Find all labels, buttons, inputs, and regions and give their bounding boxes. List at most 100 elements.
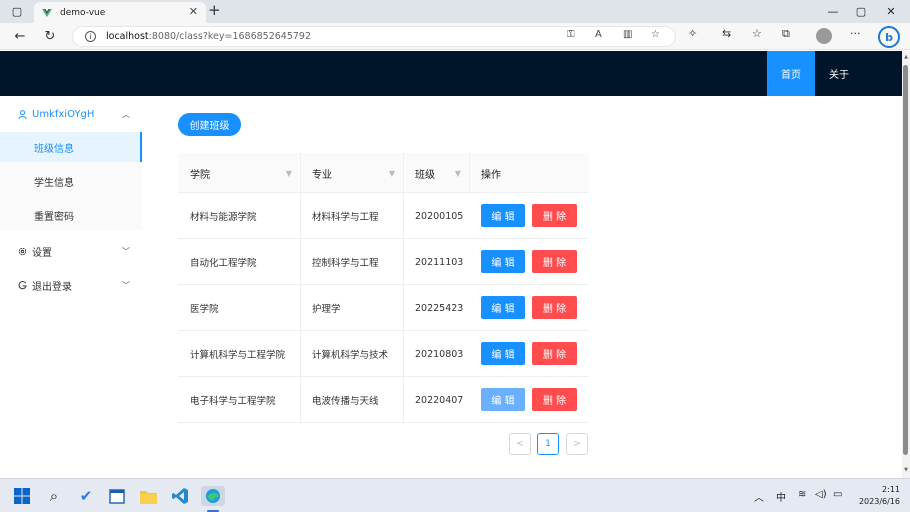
cell-college: 自动化工程学院 (190, 258, 257, 269)
nav-about[interactable]: 关于 (815, 51, 863, 96)
edit-button[interactable]: 编 辑 (481, 342, 525, 365)
address-bar-row: ← ↻ i localhost:8080/class?key=168685264… (0, 23, 910, 50)
bing-copilot-icon[interactable]: b (878, 26, 900, 48)
favorite-star-icon[interactable]: ☆ (651, 29, 660, 40)
close-window-icon[interactable]: ✕ (876, 0, 906, 23)
delete-button[interactable]: 删 除 (532, 342, 577, 365)
cell-class: 20210803 (415, 348, 464, 360)
column-title: 操作 (481, 169, 501, 181)
scroll-down-icon[interactable]: ▼ (902, 467, 910, 473)
column-header-class: 班级 ▼ (403, 153, 469, 193)
tray-overflow-icon[interactable]: ︿ (754, 489, 764, 504)
edit-button[interactable]: 编 辑 (481, 296, 525, 319)
edit-button[interactable]: 编 辑 (481, 250, 525, 273)
calendar-icon-svg (109, 489, 125, 504)
filter-icon[interactable]: ▼ (389, 169, 395, 178)
wifi-icon[interactable]: ≋ (798, 489, 806, 500)
maximize-icon[interactable]: ▢ (846, 0, 876, 23)
taskbar: ⌕ ✔ ︿ 中 ≋ ◁) ▭ 2:11 2023/6/16 (0, 478, 910, 512)
site-info-icon[interactable]: i (85, 31, 96, 42)
vertical-scrollbar[interactable]: ▲ ▼ (902, 51, 910, 478)
settings-submenu[interactable]: 设置 ﹀ (0, 234, 142, 268)
sidebar-item-reset-password[interactable]: 重置密码 (0, 200, 142, 230)
tab-close-icon[interactable]: ✕ (189, 5, 198, 18)
edge-browser-icon[interactable] (201, 486, 225, 506)
create-class-button[interactable]: 创建班级 (178, 113, 241, 136)
sidebar-item-class-info[interactable]: 班级信息 (0, 132, 142, 162)
tab-title: demo-vue (60, 7, 106, 18)
cell-college: 医学院 (190, 304, 219, 315)
scrollbar-thumb[interactable] (903, 65, 908, 455)
folder-icon (139, 490, 157, 504)
column-divider (469, 153, 470, 193)
clock-date: 2023/6/16 (858, 497, 900, 506)
new-tab-icon[interactable]: + (208, 1, 221, 19)
delete-button[interactable]: 删 除 (532, 204, 577, 227)
reader-view-icon[interactable]: ▥ (623, 29, 632, 40)
edit-button[interactable]: 编 辑 (481, 204, 525, 227)
cell-major: 计算机科学与技术 (312, 350, 389, 361)
search-icon[interactable]: ⌕ (44, 486, 64, 506)
cell-major: 控制科学与工程 (312, 258, 379, 269)
table-row: 计算机科学与工程学院 计算机科学与技术 20210803 编 辑 删 除 (178, 331, 589, 377)
vscode-icon[interactable] (170, 486, 190, 506)
todo-check-icon[interactable]: ✔ (76, 486, 96, 506)
ime-indicator[interactable]: 中 (776, 489, 786, 504)
edit-button[interactable]: 编 辑 (481, 388, 525, 411)
more-menu-icon[interactable]: ··· (850, 27, 861, 40)
cell-class: 20200105 (415, 210, 464, 222)
clock-time: 2:11 (882, 485, 900, 494)
extensions-icon[interactable]: ✧ (688, 27, 697, 40)
key-icon[interactable]: ⚿ (567, 29, 575, 40)
minimize-icon[interactable]: — (818, 0, 848, 23)
table-body: 材料与能源学院 材料科学与工程 20200105 编 辑 删 除 自动化工程学院… (178, 193, 589, 423)
edge-logo-icon (206, 489, 220, 503)
filter-icon[interactable]: ▼ (286, 169, 292, 178)
split-screen-icon[interactable]: ⇆ (722, 27, 731, 40)
nav-home[interactable]: 首页 (767, 51, 815, 96)
profile-avatar-icon[interactable] (816, 28, 832, 44)
delete-button[interactable]: 删 除 (532, 388, 577, 411)
column-header-college: 学院 ▼ (178, 153, 300, 193)
volume-icon[interactable]: ◁) (815, 489, 827, 500)
column-title: 专业 (312, 169, 332, 181)
user-submenu-list: 班级信息 学生信息 重置密码 (0, 132, 142, 230)
sidebar: UmkfxiOYgH ︿ 班级信息 学生信息 重置密码 设置 ﹀ 退出登录 ﹀ (0, 96, 142, 478)
cell-class: 20211103 (415, 256, 464, 268)
logout-submenu[interactable]: 退出登录 ﹀ (0, 268, 142, 302)
scroll-up-icon[interactable]: ▲ (902, 54, 910, 60)
page-number-button[interactable]: 1 (537, 433, 559, 455)
windows-start-icon[interactable] (12, 486, 32, 506)
favorites-icon[interactable]: ☆ (752, 27, 762, 40)
cell-college: 计算机科学与工程学院 (190, 350, 286, 361)
refresh-icon[interactable]: ↻ (40, 26, 60, 46)
url-input[interactable]: i localhost:8080/class?key=1686852645792… (72, 26, 676, 47)
user-name: UmkfxiOYgH (32, 108, 95, 120)
sidebar-item-student-info[interactable]: 学生信息 (0, 166, 142, 196)
vscode-logo-icon (172, 488, 188, 504)
calendar-icon[interactable] (107, 486, 127, 506)
battery-icon[interactable]: ▭ (833, 489, 842, 500)
delete-button[interactable]: 删 除 (532, 250, 577, 273)
next-page-button[interactable]: > (566, 433, 588, 455)
tab-actions-icon[interactable]: ▢ (2, 0, 32, 23)
settings-label: 设置 (32, 247, 52, 259)
cell-major: 护理学 (312, 304, 341, 315)
system-clock[interactable]: 2:11 2023/6/16 (852, 484, 900, 508)
read-aloud-icon[interactable]: A (595, 29, 602, 40)
back-icon[interactable]: ← (10, 26, 30, 46)
table-row: 医学院 护理学 20225423 编 辑 删 除 (178, 285, 589, 331)
browser-tab[interactable]: demo-vue ✕ (34, 2, 206, 23)
delete-button[interactable]: 删 除 (532, 296, 577, 319)
file-explorer-icon[interactable] (138, 486, 158, 506)
column-title: 班级 (415, 169, 435, 181)
user-submenu[interactable]: UmkfxiOYgH ︿ (0, 97, 142, 131)
windows-logo-icon (14, 488, 30, 504)
collections-icon[interactable]: ⧉ (782, 27, 790, 41)
table-row: 材料与能源学院 材料科学与工程 20200105 编 辑 删 除 (178, 193, 589, 239)
prev-page-button[interactable]: < (509, 433, 531, 455)
url-path: :8080/class?key=1686852645792 (148, 31, 312, 42)
google-logo-icon (18, 280, 27, 289)
cell-college: 材料与能源学院 (190, 212, 257, 223)
filter-icon[interactable]: ▼ (455, 169, 461, 178)
